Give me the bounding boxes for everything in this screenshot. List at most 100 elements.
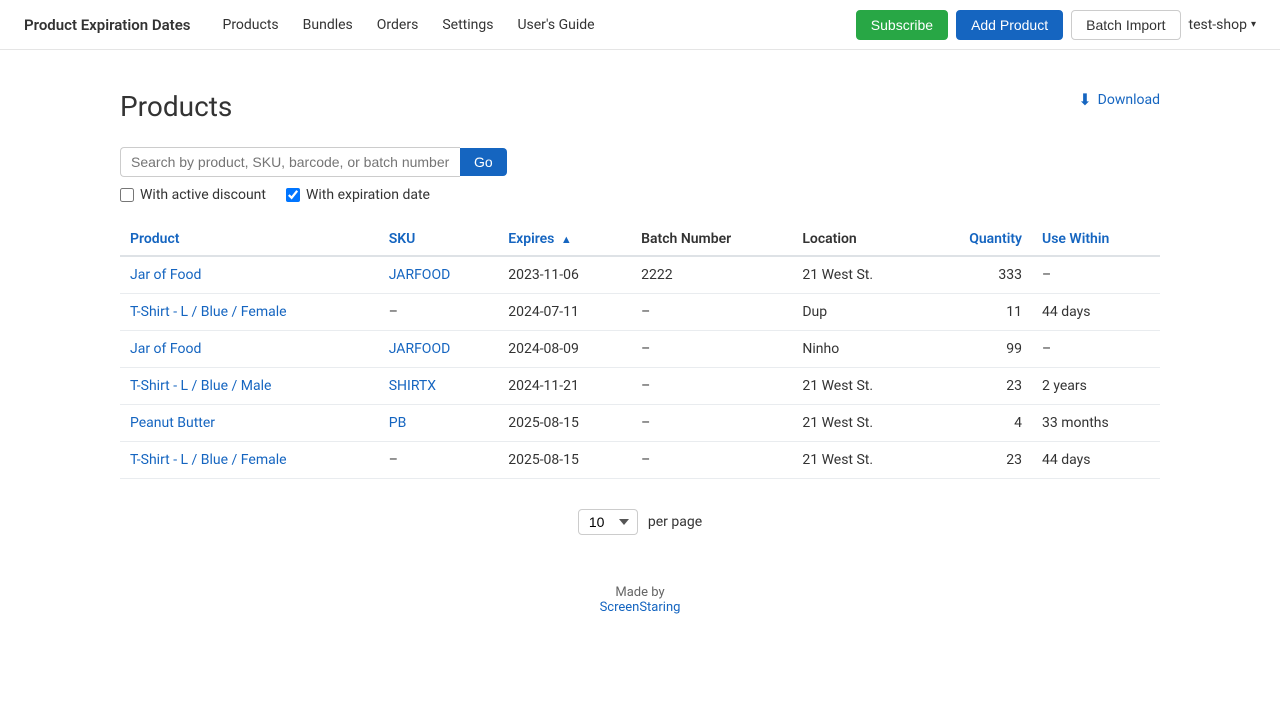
table-row: T-Shirt - L / Blue / Female–2025-08-15–2… — [120, 442, 1160, 479]
col-product-label: Product — [130, 231, 179, 247]
nav-links: Products Bundles Orders Settings User's … — [222, 17, 855, 33]
cell-batch-number: 2222 — [631, 256, 792, 294]
col-header-expires[interactable]: Expires ▲ — [498, 223, 631, 256]
cell-product: Jar of Food — [120, 331, 379, 368]
sku-link[interactable]: JARFOOD — [389, 341, 451, 357]
table-row: Jar of FoodJARFOOD2023-11-06222221 West … — [120, 256, 1160, 294]
cell-quantity: 11 — [925, 294, 1032, 331]
col-quantity-label: Quantity — [969, 231, 1022, 247]
download-icon: ⬇ — [1078, 90, 1091, 109]
cell-sku: SHIRTX — [379, 368, 498, 405]
page-header: Products ⬇ Download — [120, 90, 1160, 123]
cell-quantity: 99 — [925, 331, 1032, 368]
col-expires-label: Expires — [508, 231, 554, 247]
cell-product: T-Shirt - L / Blue / Female — [120, 294, 379, 331]
nav-orders[interactable]: Orders — [377, 17, 419, 33]
table-row: T-Shirt - L / Blue / MaleSHIRTX2024-11-2… — [120, 368, 1160, 405]
per-page-label: per page — [648, 514, 702, 530]
col-header-use-within: Use Within — [1032, 223, 1160, 256]
nav-products[interactable]: Products — [222, 17, 278, 33]
product-link[interactable]: T-Shirt - L / Blue / Female — [130, 452, 287, 468]
filter-active-discount-checkbox[interactable] — [120, 188, 134, 202]
sku-link[interactable]: JARFOOD — [389, 267, 451, 283]
cell-quantity: 23 — [925, 368, 1032, 405]
filter-expiration-date[interactable]: With expiration date — [286, 187, 430, 203]
cell-location: Dup — [792, 294, 925, 331]
sku-link[interactable]: PB — [389, 415, 407, 431]
sku-link[interactable]: SHIRTX — [389, 378, 436, 394]
search-row: Go — [120, 147, 1160, 177]
cell-expires: 2024-08-09 — [498, 331, 631, 368]
filter-row: With active discount With expiration dat… — [120, 187, 1160, 203]
table-body: Jar of Food JARFOOD 2023-11-062222 21 West … — [120, 256, 1160, 479]
cell-location: 21 West St. — [792, 368, 925, 405]
per-page-select[interactable]: 10 25 50 100 — [578, 509, 638, 535]
col-batch-number-label: Batch Number — [641, 231, 731, 247]
cell-location: Ninho — [792, 331, 925, 368]
subscribe-button[interactable]: Subscribe — [856, 10, 948, 40]
filter-active-discount[interactable]: With active discount — [120, 187, 266, 203]
cell-sku: – — [379, 294, 498, 331]
cell-product: Peanut Butter — [120, 405, 379, 442]
cell-batch-number: – — [631, 294, 792, 331]
product-link[interactable]: Jar of Food — [130, 341, 201, 357]
search-input[interactable] — [120, 147, 460, 177]
nav-users-guide[interactable]: User's Guide — [517, 17, 594, 33]
cell-use-within: 44 days — [1032, 294, 1160, 331]
cell-quantity: 23 — [925, 442, 1032, 479]
cell-batch-number: – — [631, 331, 792, 368]
cell-batch-number: – — [631, 405, 792, 442]
product-link[interactable]: T-Shirt - L / Blue / Male — [130, 378, 271, 394]
cell-quantity: 333 — [925, 256, 1032, 294]
cell-use-within: 44 days — [1032, 442, 1160, 479]
brand-name: Product Expiration Dates — [24, 16, 190, 34]
col-header-batch-number: Batch Number — [631, 223, 792, 256]
download-link[interactable]: ⬇ Download — [1078, 90, 1160, 109]
table-row: T-Shirt - L / Blue / Female–2024-07-11–D… — [120, 294, 1160, 331]
footer: Made by ScreenStaring — [120, 585, 1160, 615]
filter-active-discount-label: With active discount — [140, 187, 266, 203]
search-go-button[interactable]: Go — [460, 148, 507, 176]
col-header-location: Location — [792, 223, 925, 256]
cell-product: Jar of Food — [120, 256, 379, 294]
cell-sku: PB — [379, 405, 498, 442]
sort-asc-icon: ▲ — [561, 233, 572, 246]
cell-use-within: 2 years — [1032, 368, 1160, 405]
cell-batch-number: – — [631, 442, 792, 479]
navbar: Product Expiration Dates Products Bundle… — [0, 0, 1280, 50]
cell-use-within: – — [1032, 256, 1160, 294]
product-link[interactable]: T-Shirt - L / Blue / Female — [130, 304, 287, 320]
user-menu[interactable]: test-shop ▾ — [1189, 17, 1257, 33]
col-header-quantity: Quantity — [925, 223, 1032, 256]
filter-expiration-date-checkbox[interactable] — [286, 188, 300, 202]
footer-made-by: Made by — [120, 585, 1160, 600]
cell-expires: 2025-08-15 — [498, 405, 631, 442]
nav-bundles[interactable]: Bundles — [303, 17, 353, 33]
cell-expires: 2023-11-06 — [498, 256, 631, 294]
col-header-sku[interactable]: SKU — [379, 223, 498, 256]
page-title: Products — [120, 90, 232, 123]
table-header: Product SKU Expires ▲ Batch Number Locat… — [120, 223, 1160, 256]
cell-location: 21 West St. — [792, 442, 925, 479]
cell-sku: JARFOOD — [379, 256, 498, 294]
table-row: Peanut ButterPB2025-08-15–21 West St.433… — [120, 405, 1160, 442]
add-product-button[interactable]: Add Product — [956, 10, 1063, 40]
cell-product: T-Shirt - L / Blue / Male — [120, 368, 379, 405]
cell-use-within: 33 months — [1032, 405, 1160, 442]
product-link[interactable]: Jar of Food — [130, 267, 201, 283]
cell-sku: – — [379, 442, 498, 479]
product-link[interactable]: Peanut Butter — [130, 415, 215, 431]
user-menu-label: test-shop — [1189, 17, 1247, 33]
products-table: Product SKU Expires ▲ Batch Number Locat… — [120, 223, 1160, 479]
pagination-row: 10 25 50 100 per page — [120, 509, 1160, 535]
main-content: Products ⬇ Download Go With active disco… — [0, 50, 1280, 655]
batch-import-button[interactable]: Batch Import — [1071, 10, 1180, 40]
nav-settings[interactable]: Settings — [442, 17, 493, 33]
navbar-actions: Subscribe Add Product Batch Import test-… — [856, 10, 1256, 40]
cell-location: 21 West St. — [792, 405, 925, 442]
filter-expiration-date-label: With expiration date — [306, 187, 430, 203]
col-header-product[interactable]: Product — [120, 223, 379, 256]
footer-brand-link[interactable]: ScreenStaring — [600, 600, 681, 615]
col-use-within-label: Use Within — [1042, 231, 1109, 247]
cell-product: T-Shirt - L / Blue / Female — [120, 442, 379, 479]
